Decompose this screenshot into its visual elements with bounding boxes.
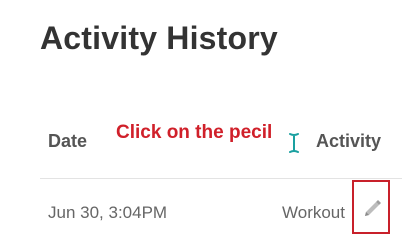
column-header-activity: Activity [316, 131, 382, 151]
table-header: Date Click on the pecil Activity [0, 118, 402, 168]
activity-history-page: Activity History Date Click on the pecil… [0, 0, 402, 250]
page-title: Activity History [40, 20, 278, 56]
row-date: Jun 30, 3:04PM [48, 203, 168, 222]
pencil-icon [365, 200, 381, 216]
table-divider [40, 178, 402, 179]
column-header-date: Date [48, 131, 88, 151]
edit-activity-button[interactable] [352, 180, 390, 234]
table-row: Jun 30, 3:04PM Workout [0, 180, 402, 240]
instruction-annotation: Click on the pecil [116, 122, 273, 143]
row-activity: Workout [282, 203, 345, 222]
text-cursor-icon [289, 133, 299, 153]
